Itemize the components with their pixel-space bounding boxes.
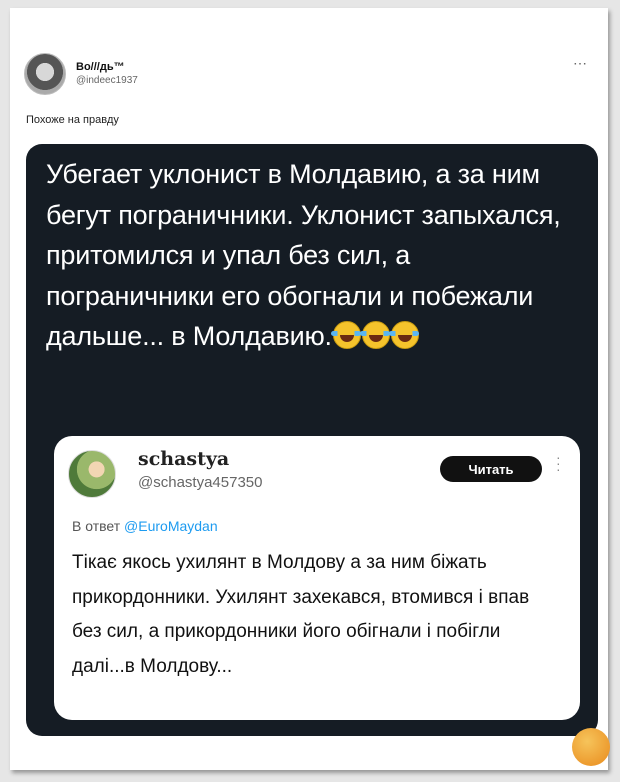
display-name[interactable]: Во///дь™ [76,61,138,75]
user-meta: Во///дь™ @indeec1937 [76,61,138,87]
follow-button[interactable]: Читать [440,456,542,482]
laughing-crying-emoji-icon [359,321,390,349]
user-handle[interactable]: @indeec1937 [76,75,138,88]
quoted-tweet-card[interactable]: schastya @schastya457350 Читать · · · В от… [54,436,580,720]
embedded-image-card: Убегает уклонист в Молдавию, а за ним бе… [26,144,598,736]
laughing-crying-emoji-icon [388,321,419,349]
post-text: Похоже на правду [26,114,119,126]
quoted-more-icon[interactable]: · · · [556,450,561,476]
watermark-logo [572,728,610,766]
quoted-text: Тікає якось ухилянт в Молдову а за ним б… [72,552,530,677]
avatar[interactable] [24,53,66,95]
post-frame: Во///дь™ @indeec1937 ⋯ Похоже на правду … [10,8,610,770]
post-header: Во///дь™ @indeec1937 [24,53,138,95]
reply-mention-link[interactable]: @EuroMaydan [124,518,218,534]
reply-to-line: В ответ @EuroMaydan [72,518,218,534]
more-icon[interactable]: ⋯ [573,55,588,72]
reply-prefix: В ответ [72,518,125,534]
quoted-handle[interactable]: @schastya457350 [138,474,262,491]
quoted-avatar[interactable] [68,450,116,498]
laughing-crying-emoji-icon [330,321,361,349]
quoted-display-name[interactable]: schastya [138,448,229,470]
joke-text: Убегает уклонист в Молдавию, а за ним бе… [46,154,581,357]
joke-text-body: Убегает уклонист в Молдавию, а за ним бе… [46,159,561,351]
